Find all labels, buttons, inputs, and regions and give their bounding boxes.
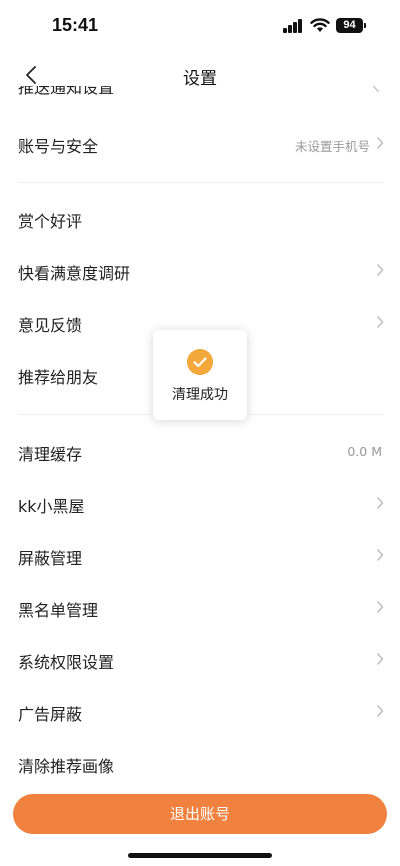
status-time: 15:41: [52, 15, 99, 35]
battery-cap: [364, 23, 366, 28]
status-bar: 15:41 94: [0, 0, 400, 52]
list-item-account-security[interactable]: 账号与安全 未设置手机号: [0, 119, 400, 171]
chevron-right-icon: [376, 705, 384, 717]
list-item-label: 快看满意度调研: [18, 264, 131, 283]
list-item-label: kk小黑屋: [18, 497, 85, 516]
list-item-block-manage[interactable]: 屏蔽管理: [0, 531, 400, 583]
list-item-kk-room[interactable]: kk小黑屋: [0, 479, 400, 531]
list-item-label: 清理缓存: [18, 445, 83, 464]
toast-message: 清理成功: [172, 387, 228, 403]
chevron-right-icon: [376, 653, 384, 665]
list-item-label: 账号与安全: [18, 137, 99, 156]
list-item-blacklist[interactable]: 黑名单管理: [0, 583, 400, 635]
list-item-clear-cache[interactable]: 清理缓存 0.0 M: [0, 427, 400, 479]
wifi-icon: [310, 18, 330, 32]
list-item-permissions[interactable]: 系统权限设置: [0, 635, 400, 687]
chevron-right-icon: [376, 316, 384, 328]
list-item-label: 意见反馈: [18, 316, 83, 335]
chevron-right-icon: [376, 601, 384, 613]
list-item-ad-block[interactable]: 广告屏蔽: [0, 687, 400, 739]
list-item-label: 系统权限设置: [18, 653, 115, 672]
list-item-clear-profile[interactable]: 清除推荐画像: [0, 739, 400, 786]
list-item-rate[interactable]: 赏个好评: [0, 194, 400, 246]
home-indicator: [128, 853, 272, 858]
list-item-label: 屏蔽管理: [18, 549, 83, 568]
cache-size-value: 0.0 M: [347, 444, 382, 459]
list-item-label: 清除推荐画像: [18, 757, 115, 776]
logout-button[interactable]: 退出账号: [13, 794, 387, 834]
list-item-label: 赏个好评: [18, 212, 83, 231]
list-item-value: 未设置手机号: [294, 139, 370, 154]
success-toast: 清理成功: [153, 330, 247, 420]
list-item-survey[interactable]: 快看满意度调研: [0, 246, 400, 298]
chevron-right-icon: [376, 497, 384, 509]
signal-icon: [283, 19, 305, 33]
chevron-right-icon: [376, 137, 384, 149]
settings-list[interactable]: 推送通知设置 账号与安全 未设置手机号 赏个好评 快看满意度调研 意见反馈 推荐…: [0, 86, 400, 786]
list-item-label: 推荐给朋友: [18, 368, 99, 387]
list-item-cut-top[interactable]: 推送通知设置: [18, 86, 114, 100]
chevron-right-icon: [372, 86, 380, 93]
chevron-right-icon: [376, 264, 384, 276]
chevron-right-icon: [376, 549, 384, 561]
check-circle-icon: [187, 349, 213, 375]
section-divider: [18, 182, 384, 183]
battery-icon: 94: [336, 18, 363, 33]
list-item-label: 黑名单管理: [18, 601, 99, 620]
list-item-label: 广告屏蔽: [18, 705, 83, 724]
